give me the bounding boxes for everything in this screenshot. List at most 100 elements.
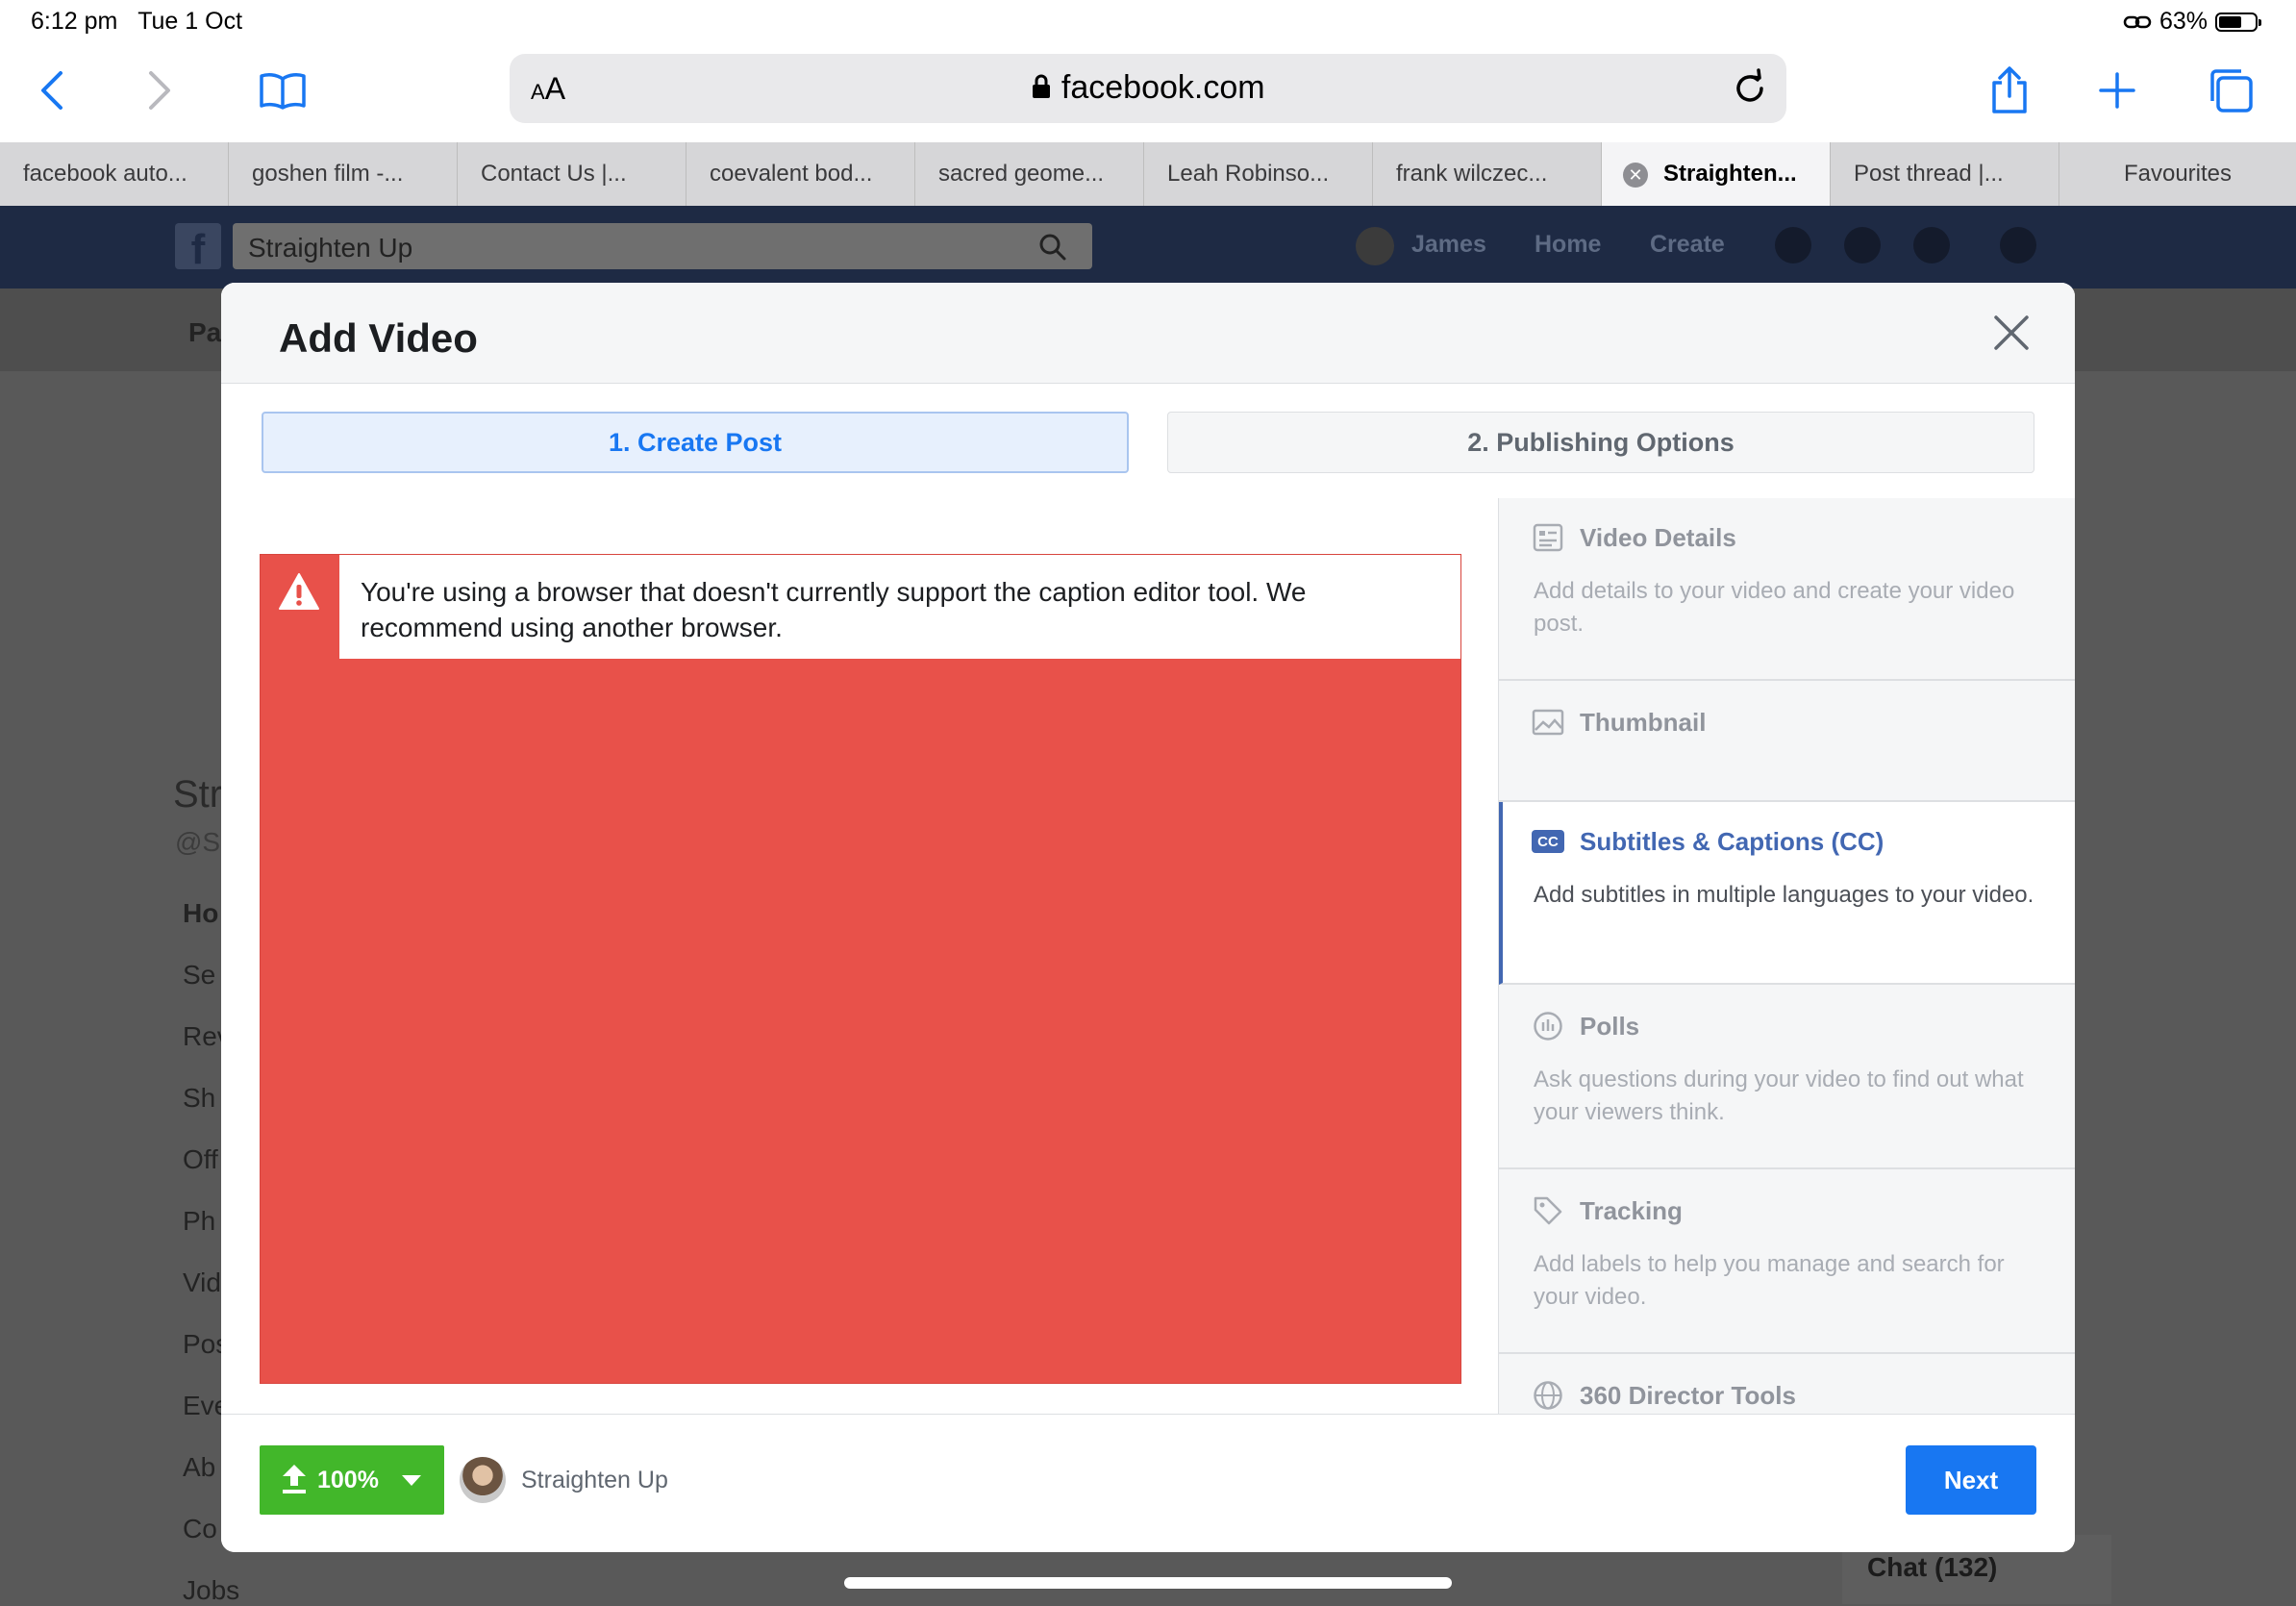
sidebar-item-thumbnail[interactable]: Thumbnail xyxy=(1499,683,2075,802)
bg-menu-item: Ho xyxy=(183,898,219,928)
page-name: Straighten Up xyxy=(521,1467,668,1493)
poll-icon xyxy=(1532,1010,1564,1042)
tabs-icon xyxy=(2210,69,2253,113)
tab-strip: facebook auto... goshen film -... Contac… xyxy=(0,142,2296,207)
clock: 6:12 pm xyxy=(31,8,118,35)
browser-tab[interactable]: goshen film -... xyxy=(229,142,458,206)
sidebar-item-desc: Ask questions during your video to find … xyxy=(1534,1066,2024,1125)
battery-fill xyxy=(2219,15,2241,28)
chevron-right-icon xyxy=(149,71,170,110)
close-dialog-button[interactable] xyxy=(1990,312,2033,354)
close-icon xyxy=(1994,315,2029,350)
sidebar-item-360-director[interactable]: 360 Director Tools xyxy=(1499,1356,2075,1414)
user-avatar[interactable] xyxy=(1356,227,1394,265)
facebook-search-input[interactable]: Straighten Up xyxy=(233,223,1092,269)
tag-icon xyxy=(1532,1194,1564,1227)
tab-label: Contact Us |... xyxy=(481,161,627,187)
bg-tab-page: Pa xyxy=(188,317,222,347)
new-tab-button[interactable] xyxy=(2088,62,2146,119)
page-avatar xyxy=(460,1457,506,1503)
favourites-tab[interactable]: Favourites xyxy=(2059,142,2296,206)
chevron-left-icon xyxy=(41,71,62,110)
dialog-title: Add Video xyxy=(279,315,478,361)
tab-label: Straighten... xyxy=(1663,161,1797,187)
nav-user[interactable]: James xyxy=(1411,231,1486,259)
reload-icon xyxy=(1736,68,1763,102)
notifications-icon[interactable] xyxy=(1913,227,1950,263)
url-display[interactable]: facebook.com xyxy=(510,69,1786,107)
caret-down-icon xyxy=(402,1475,421,1486)
bg-menu-item: Se xyxy=(183,960,216,990)
browser-tab-active[interactable]: ✕ Straighten... xyxy=(1602,142,1831,206)
error-banner: You're using a browser that doesn't curr… xyxy=(260,554,1461,1384)
tab-label: Favourites xyxy=(2123,161,2233,187)
friends-icon[interactable] xyxy=(1775,227,1811,263)
error-message: You're using a browser that doesn't curr… xyxy=(339,555,1460,659)
lock-icon xyxy=(1033,74,1051,98)
home-indicator xyxy=(844,1577,1452,1589)
bg-menu-item: Sh xyxy=(183,1083,216,1113)
upload-icon xyxy=(283,1465,306,1493)
browser-tab[interactable]: sacred geome... xyxy=(915,142,1144,206)
plus-icon xyxy=(2099,72,2135,109)
bg-menu-item: Ph xyxy=(183,1206,216,1236)
sidebar-item-polls[interactable]: Polls Ask questions during your video to… xyxy=(1499,987,2075,1169)
bg-menu-item: Ab xyxy=(183,1452,216,1482)
next-button[interactable]: Next xyxy=(1906,1445,2036,1515)
link-icon xyxy=(2123,15,2152,28)
share-button[interactable] xyxy=(1981,62,2038,119)
reload-button[interactable] xyxy=(1727,65,1773,112)
tab-label: Leah Robinso... xyxy=(1167,161,1330,187)
share-icon xyxy=(1992,66,2027,113)
sidebar-item-title: 360 Director Tools xyxy=(1580,1381,1796,1410)
dialog-footer: 100% Straighten Up Next xyxy=(221,1414,2075,1552)
bookmarks-button[interactable] xyxy=(254,62,312,119)
sidebar-item-title: Video Details xyxy=(1580,523,1736,552)
back-button[interactable] xyxy=(23,62,81,119)
add-video-dialog: Add Video 1. Create Post 2. Publishing O… xyxy=(221,283,2075,1552)
step-create-post[interactable]: 1. Create Post xyxy=(262,412,1129,473)
cc-badge: CC xyxy=(1532,830,1564,853)
address-bar[interactable]: AA facebook.com xyxy=(510,54,1786,123)
sidebar-item-desc: Add subtitles in multiple languages to y… xyxy=(1534,882,2034,908)
bg-menu-item: Jobs xyxy=(183,1575,240,1605)
step-publishing-options[interactable]: 2. Publishing Options xyxy=(1167,412,2034,473)
bg-menu-item: Off xyxy=(183,1144,218,1174)
bg-page-handle: @S xyxy=(175,827,221,857)
sidebar-item-title: Tracking xyxy=(1580,1196,1683,1225)
upload-percent: 100% xyxy=(317,1467,379,1493)
bg-menu-item: Co xyxy=(183,1514,217,1543)
sidebar-item-title: Subtitles & Captions (CC) xyxy=(1580,827,1884,856)
help-icon[interactable] xyxy=(2000,227,2036,263)
browser-tab[interactable]: coevalent bod... xyxy=(686,142,915,206)
chat-label: Chat (132) xyxy=(1867,1552,1998,1582)
cc-icon: CC xyxy=(1532,825,1564,858)
warning-icon xyxy=(279,573,319,610)
messenger-icon[interactable] xyxy=(1844,227,1881,263)
url-text: facebook.com xyxy=(1061,69,1265,106)
tabs-overview-button[interactable] xyxy=(2202,62,2259,119)
date: Tue 1 Oct xyxy=(137,8,243,35)
sidebar-item-desc: Add details to your video and create you… xyxy=(1534,578,2015,637)
status-time: 6:12 pm Tue 1 Oct xyxy=(31,8,242,36)
browser-tab[interactable]: Leah Robinso... xyxy=(1144,142,1373,206)
video-options-sidebar: Video Details Add details to your video … xyxy=(1498,498,2075,1414)
nav-create[interactable]: Create xyxy=(1650,231,1725,259)
sidebar-item-tracking[interactable]: Tracking Add labels to help you manage a… xyxy=(1499,1171,2075,1354)
upload-progress-button[interactable]: 100% xyxy=(260,1445,444,1515)
close-tab-icon[interactable]: ✕ xyxy=(1623,163,1648,188)
facebook-logo-icon[interactable]: f xyxy=(175,223,221,273)
browser-toolbar: AA facebook.com xyxy=(0,46,2296,142)
forward-button[interactable] xyxy=(131,62,188,119)
step-label: 2. Publishing Options xyxy=(1467,427,1734,457)
browser-tab[interactable]: frank wilczec... xyxy=(1373,142,1602,206)
browser-tab[interactable]: Post thread |... xyxy=(1831,142,2059,206)
sidebar-item-subtitles[interactable]: CC Subtitles & Captions (CC) Add subtitl… xyxy=(1499,802,2075,985)
tab-label: coevalent bod... xyxy=(710,161,873,187)
bg-page-title: Str xyxy=(173,773,223,816)
browser-tab[interactable]: Contact Us |... xyxy=(458,142,686,206)
sidebar-item-video-details[interactable]: Video Details Add details to your video … xyxy=(1499,498,2075,681)
status-right: 63% xyxy=(2123,8,2261,36)
nav-home[interactable]: Home xyxy=(1535,231,1601,259)
browser-tab[interactable]: facebook auto... xyxy=(0,142,229,206)
